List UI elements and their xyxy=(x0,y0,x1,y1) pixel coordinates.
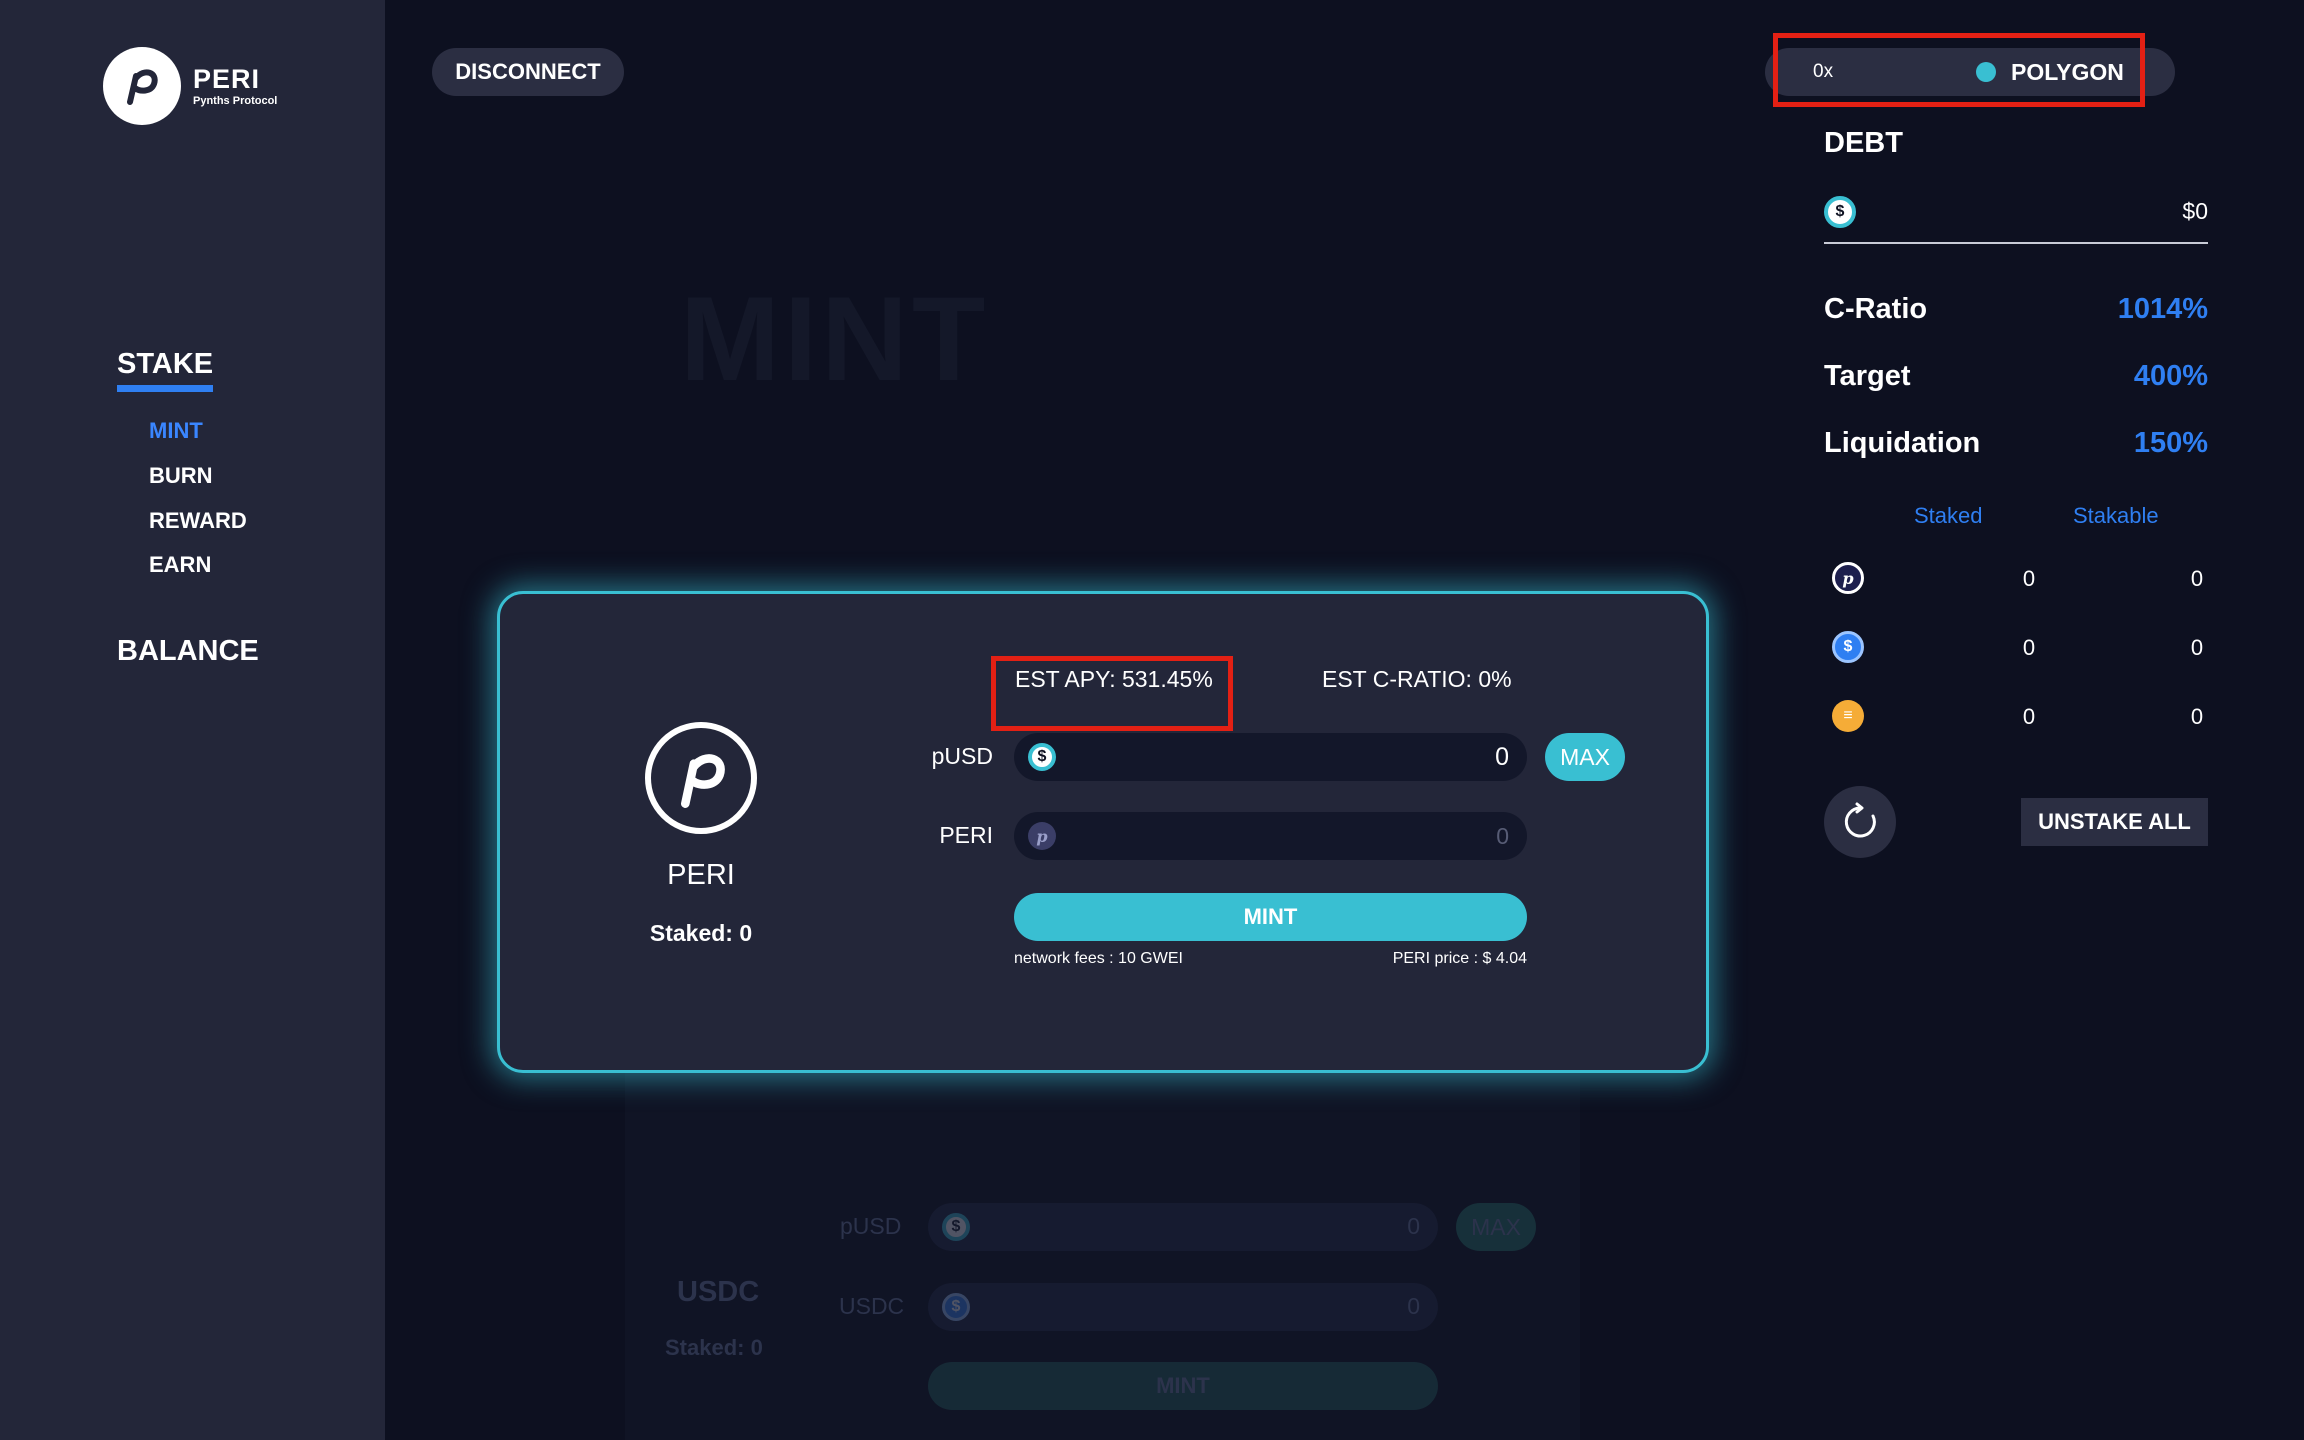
c-ratio-label: C-Ratio xyxy=(1824,293,1928,325)
network-status-dot-icon xyxy=(1976,62,1996,82)
stakable-value: 0 xyxy=(2190,566,2204,591)
stake-row-dai: ≡ 0 0 xyxy=(1824,700,2208,734)
staked-value: 0 xyxy=(2022,566,2036,591)
pusd-coin-icon: $ xyxy=(1028,743,1056,771)
pusd-input-value: 0 xyxy=(1495,742,1509,771)
pusd-label: pUSD xyxy=(931,743,993,769)
network-selector[interactable]: 0x POLYGON xyxy=(1765,48,2175,96)
target-value: 400% xyxy=(2133,360,2208,392)
peri-token-logo-icon xyxy=(645,722,757,834)
pusd-input[interactable]: $ 0 xyxy=(1014,733,1527,781)
target-stat: Target 400% xyxy=(1824,360,2208,393)
logo-subtitle: Pynths Protocol xyxy=(193,95,278,107)
usdc-card-pusd-input: $ 0 xyxy=(928,1203,1438,1251)
network-name: POLYGON xyxy=(2011,59,2124,85)
usdc-card-pusd-value: 0 xyxy=(1407,1213,1420,1239)
liquidation-value: 150% xyxy=(2133,427,2208,459)
debt-usd-coin-icon: $ xyxy=(1824,196,1856,228)
est-apy: EST APY: 531.45% xyxy=(1015,666,1213,692)
usdc-card-mint-button: MINT xyxy=(928,1362,1438,1410)
dai-coin-icon: ≡ xyxy=(1832,700,1864,732)
nav-section-stake[interactable]: STAKE xyxy=(117,348,214,392)
peri-input[interactable]: p 0 xyxy=(1014,812,1527,860)
column-header-staked: Staked xyxy=(1914,503,1983,528)
debt-value: $0 xyxy=(2182,198,2208,224)
debt-row: $ $0 xyxy=(1824,196,2208,244)
debt-title: DEBT xyxy=(1824,127,1903,159)
usdc-staked-text: Staked: 0 xyxy=(665,1335,763,1360)
usdc-coin-icon: $ xyxy=(1832,631,1864,663)
peri-price: PERI price : $ 4.04 xyxy=(1392,950,1527,967)
staked-value: 0 xyxy=(2022,635,2036,660)
peri-coin-icon: p xyxy=(1028,822,1056,850)
stakable-value: 0 xyxy=(2190,635,2204,660)
refresh-button[interactable] xyxy=(1824,786,1896,858)
peri-coin-icon: p xyxy=(1832,562,1864,594)
usdc-card-pusd-label: pUSD xyxy=(840,1213,902,1239)
staked-value: 0 xyxy=(2022,704,2036,729)
peri-logo-icon xyxy=(103,47,181,125)
liquidation-stat: Liquidation 150% xyxy=(1824,427,2208,460)
column-header-stakable: Stakable xyxy=(2073,503,2159,528)
logo[interactable]: PERI Pynths Protocol xyxy=(103,47,277,125)
page-title: MINT xyxy=(680,272,990,406)
unstake-all-button[interactable]: UNSTAKE ALL xyxy=(2021,798,2208,846)
token-staked-amount: Staked: 0 xyxy=(649,920,753,946)
refresh-icon xyxy=(1844,802,1876,838)
target-label: Target xyxy=(1824,360,1911,392)
max-button[interactable]: MAX xyxy=(1545,733,1625,781)
usdc-token-name: USDC xyxy=(677,1276,760,1308)
wallet-address: 0x xyxy=(1813,61,1834,82)
sidebar: PERI Pynths Protocol STAKE MINT BURN REW… xyxy=(0,0,385,1440)
nav-item-reward[interactable]: REWARD xyxy=(149,508,247,534)
usdc-card-max-button: MAX xyxy=(1456,1203,1536,1251)
token-name: PERI xyxy=(667,859,735,891)
peri-input-value: 0 xyxy=(1496,822,1509,849)
peri-mint-card: PERI Staked: 0 EST APY: 531.45% EST C-RA… xyxy=(497,591,1709,1073)
c-ratio-value: 1014% xyxy=(2117,293,2208,325)
peri-label: PERI xyxy=(939,822,993,848)
usdc-card-usdc-value: 0 xyxy=(1407,1293,1420,1319)
usd-coin-icon: $ xyxy=(942,1213,970,1241)
nav-item-mint[interactable]: MINT xyxy=(149,418,203,444)
nav-item-earn[interactable]: EARN xyxy=(149,552,211,578)
usdc-coin-icon: $ xyxy=(942,1293,970,1321)
nav-item-burn[interactable]: BURN xyxy=(149,463,213,489)
stake-row-peri: p 0 0 xyxy=(1824,562,2208,596)
stake-row-usdc: $ 0 0 xyxy=(1824,631,2208,665)
stakable-value: 0 xyxy=(2190,704,2204,729)
logo-name: PERI xyxy=(193,64,261,94)
network-fees: network fees : 10 GWEI xyxy=(1014,950,1183,967)
liquidation-label: Liquidation xyxy=(1824,427,1981,459)
disconnect-button[interactable]: DISCONNECT xyxy=(432,48,624,96)
nav-section-balance[interactable]: BALANCE xyxy=(117,635,259,668)
mint-button[interactable]: MINT xyxy=(1014,893,1527,941)
usdc-card-usdc-input: $ 0 xyxy=(928,1283,1438,1331)
usdc-card-usdc-label: USDC xyxy=(839,1293,905,1319)
est-c-ratio: EST C-RATIO: 0% xyxy=(1322,666,1512,692)
c-ratio-stat: C-Ratio 1014% xyxy=(1824,293,2208,326)
